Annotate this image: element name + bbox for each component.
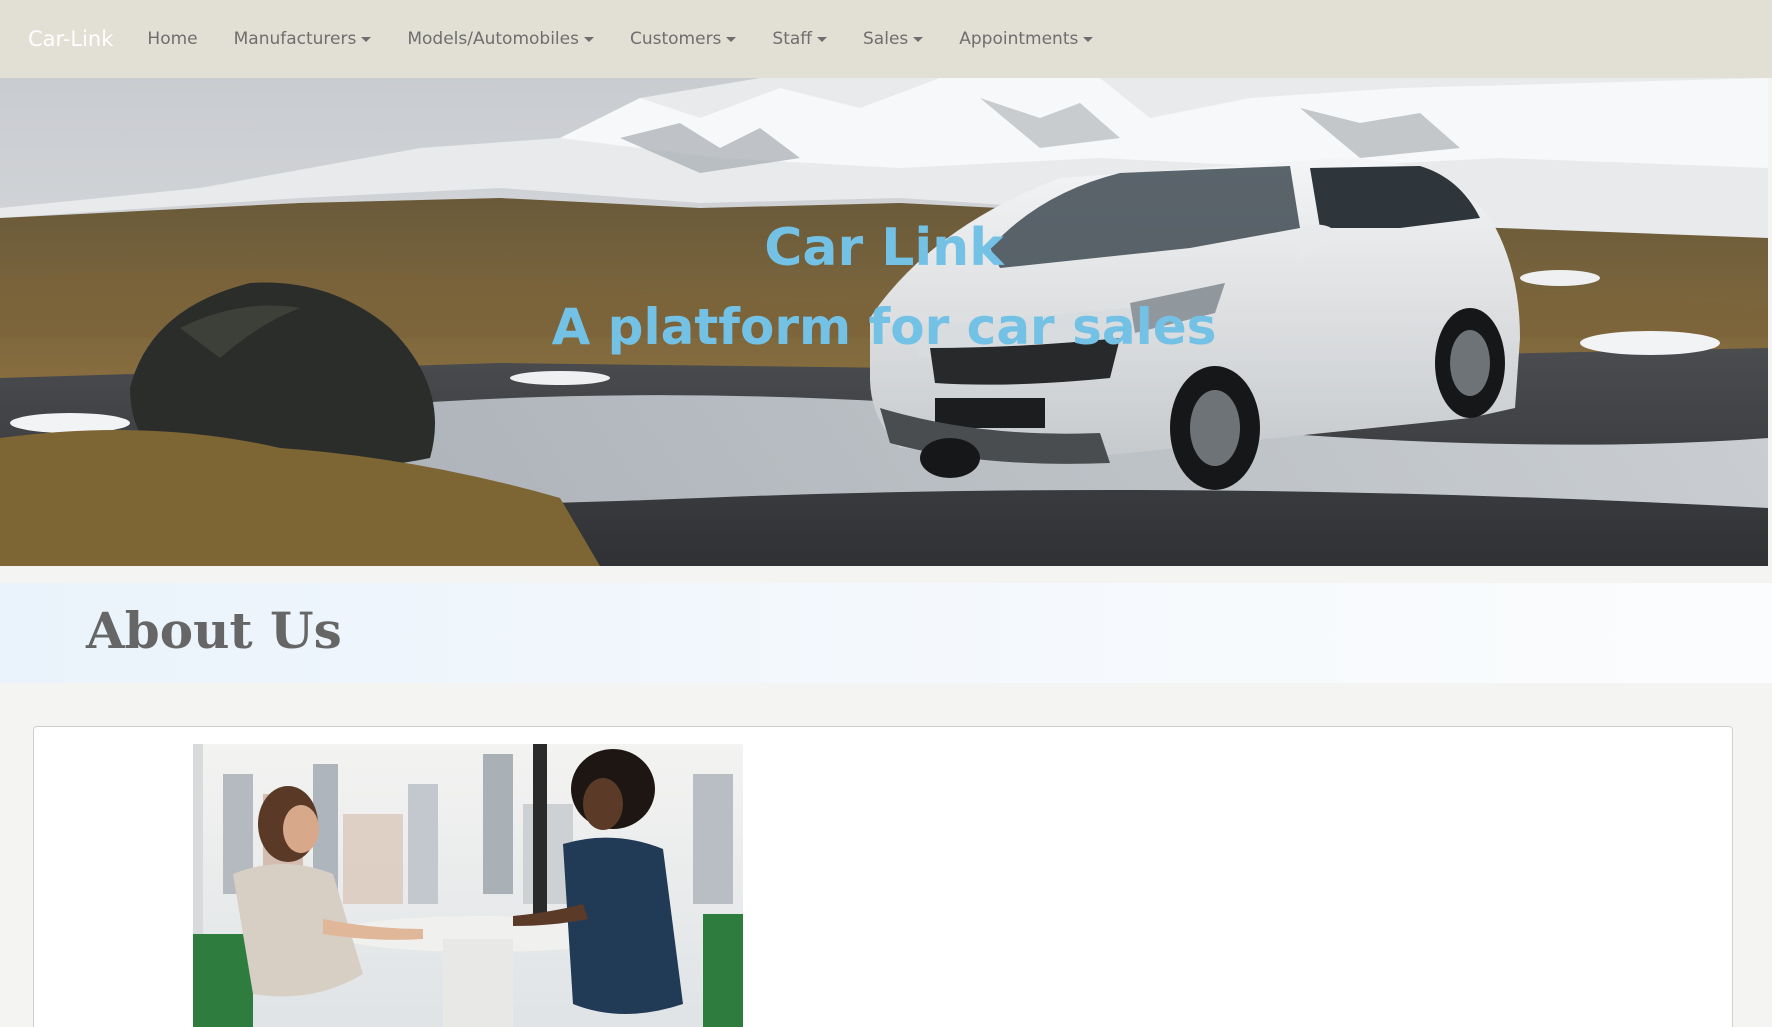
nav-manufacturers-dropdown[interactable]: Manufacturers [234,29,372,49]
caret-down-icon [1083,36,1094,42]
nav-staff-label: Staff [772,29,813,49]
caret-down-icon [913,36,924,42]
hero-subtitle: A platform for car sales [551,298,1217,356]
nav-models-label: Models/Automobiles [407,29,579,49]
nav-appointments-label: Appointments [959,29,1079,49]
about-image [193,744,743,1027]
page: Car-Link Home Manufacturers Models/Autom… [0,0,1772,1027]
nav-staff-dropdown[interactable]: Staff [772,29,828,49]
nav-models-dropdown[interactable]: Models/Automobiles [407,29,594,49]
nav-customers-dropdown[interactable]: Customers [629,29,737,49]
brand-link[interactable]: Car-Link [28,27,113,51]
caret-down-icon [817,36,828,42]
caret-down-icon [583,36,594,42]
meeting-photo [193,744,743,1027]
nav-sales-label: Sales [863,29,909,49]
hero-title: Car Link [764,218,1004,278]
top-navbar: Car-Link Home Manufacturers Models/Autom… [0,0,1772,78]
nav-manufacturers-label: Manufacturers [233,29,357,49]
caret-down-icon [726,36,737,42]
nav-home-label: Home [147,29,198,49]
nav-sales-dropdown[interactable]: Sales [863,29,924,49]
hero-banner: Car Link A platform for car sales [0,78,1768,566]
nav-home[interactable]: Home [147,29,197,49]
about-card [33,726,1733,1027]
about-heading: About Us [86,601,342,660]
caret-down-icon [361,36,372,42]
nav-customers-label: Customers [629,29,722,49]
about-header-band: About Us [0,583,1772,683]
nav-appointments-dropdown[interactable]: Appointments [959,29,1094,49]
nav-menu: Home Manufacturers Models/Automobiles Cu… [147,29,1129,49]
